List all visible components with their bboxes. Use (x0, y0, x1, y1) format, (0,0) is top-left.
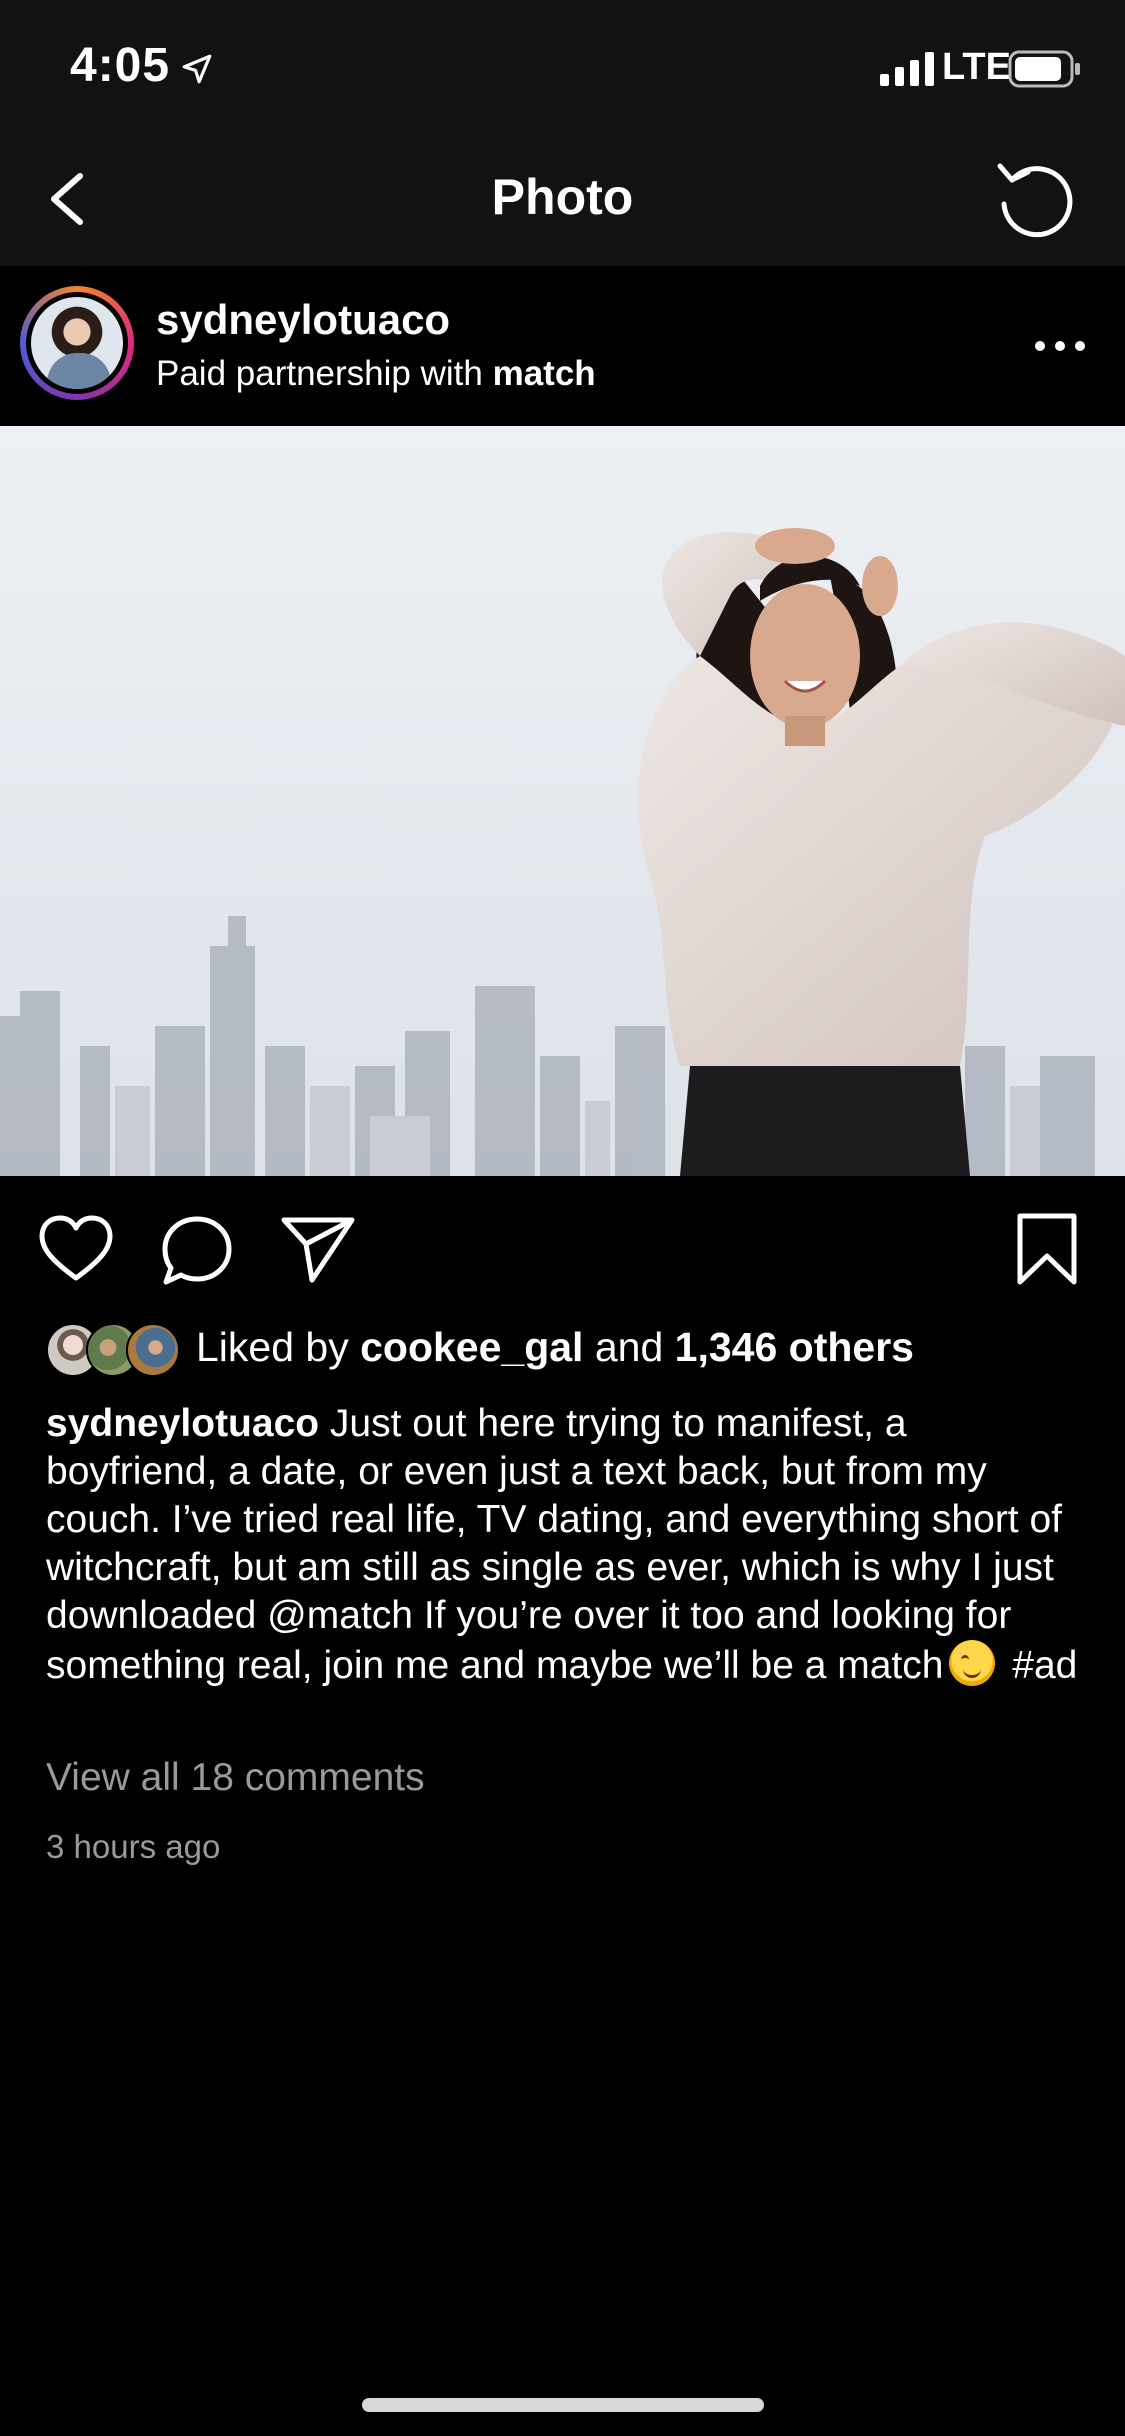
likes-conjunction: and (583, 1324, 675, 1370)
comment-icon[interactable] (160, 1214, 234, 1288)
sponsor-prefix: Paid partnership with (156, 354, 493, 393)
story-ring[interactable] (20, 286, 134, 400)
likes-text[interactable]: Liked by cookee_gal and 1,346 others (196, 1324, 914, 1371)
caption-username[interactable]: sydneylotuaco (46, 1402, 319, 1445)
likes-summary[interactable]: Liked by cookee_gal and 1,346 others (46, 1320, 1086, 1380)
status-time: 4:05 (70, 39, 171, 92)
post-photo[interactable] (0, 426, 1125, 1176)
home-indicator[interactable] (362, 2398, 764, 2412)
view-all-comments-link[interactable]: View all 18 comments (46, 1756, 425, 1800)
post-header: sydneylotuaco Paid partnership with matc… (0, 266, 1125, 426)
sponsor-name[interactable]: match (493, 354, 596, 393)
avatar[interactable] (26, 292, 128, 394)
liker-avatars (46, 1323, 180, 1377)
post-caption: sydneylotuaco Just out here trying to ma… (46, 1400, 1086, 1690)
winking-face-emoji-icon (949, 1640, 996, 1686)
location-arrow-icon (182, 54, 212, 84)
send-icon[interactable] (280, 1214, 356, 1284)
page-title: Photo (491, 169, 634, 225)
status-bar: 4:05 LTE (0, 0, 1125, 132)
ellipsis-icon[interactable] (1030, 326, 1090, 366)
nav-bar: Photo (0, 132, 1125, 266)
refresh-icon[interactable] (990, 152, 1080, 242)
signal-bars-icon (880, 52, 934, 86)
instagram-photo-screen: 4:05 LTE Photo sydneylotuaco Paid partne… (0, 0, 1125, 2436)
heart-icon[interactable] (38, 1214, 114, 1284)
post-username[interactable]: sydneylotuaco (156, 296, 450, 344)
post-timestamp: 3 hours ago (46, 1828, 221, 1865)
network-type-label: LTE (942, 46, 1011, 88)
avatar-figure (47, 353, 111, 389)
battery-icon (1008, 50, 1080, 88)
likes-count[interactable]: 1,346 others (675, 1324, 914, 1370)
liker-avatar (126, 1323, 180, 1377)
likes-prefix: Liked by (196, 1324, 361, 1370)
paid-partnership-label[interactable]: Paid partnership with match (156, 354, 596, 394)
first-liker[interactable]: cookee_gal (360, 1324, 583, 1370)
caption-hashtag[interactable]: #ad (1001, 1644, 1077, 1687)
bookmark-icon[interactable] (1016, 1212, 1078, 1286)
post-actions (0, 1176, 1125, 1316)
